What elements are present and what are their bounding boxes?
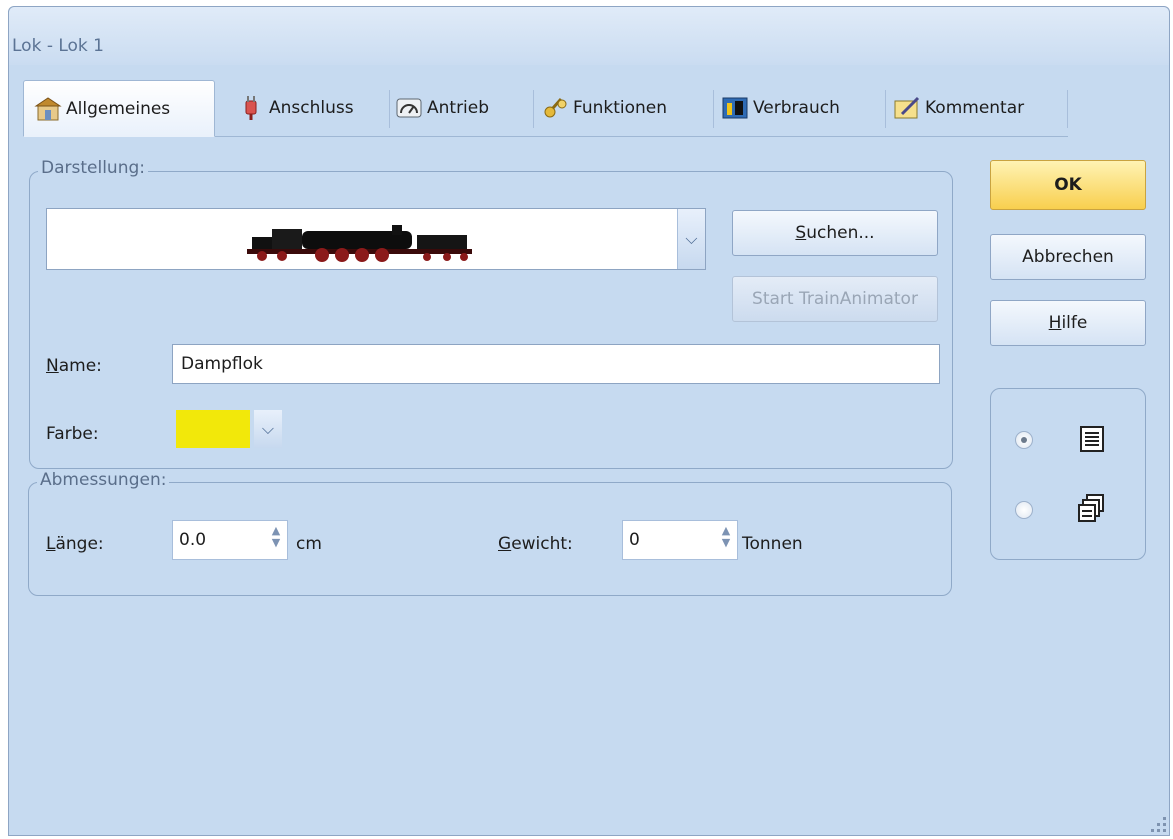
weight-unit: Tonnen [742,534,803,554]
locomotive-image-combo[interactable]: ⌵ [46,208,706,270]
search-button-label: uchen... [806,223,875,243]
cancel-button[interactable]: Abbrechen [990,234,1146,280]
length-unit: cm [296,534,322,554]
general-icon [34,96,62,122]
group-label: Darstellung: [38,158,148,178]
name-label: Name: [46,356,102,376]
abmessungen-group: Abmessungen: [28,470,952,596]
tab-label: Funktionen [573,98,668,118]
locomotive-image [242,219,482,267]
tab-antrieb[interactable]: Antrieb [395,80,531,136]
chevron-down-icon[interactable]: ⌵ [254,410,282,448]
weight-label: Gewicht: [498,534,573,554]
length-stepper[interactable]: 0.0 ▲ ▼ [172,520,288,560]
note-icon [893,95,921,121]
weight-value: 0 [629,530,640,550]
name-input[interactable]: Dampflok [172,344,940,384]
tab-separator [533,90,534,128]
tab-label: Allgemeines [66,98,171,119]
tab-separator [389,90,390,128]
chevron-down-icon[interactable]: ⌵ [677,209,705,269]
spin-arrows-icon[interactable]: ▲ ▼ [717,525,735,555]
plug-icon [237,95,265,121]
tab-anschluss[interactable]: Anschluss [237,80,385,136]
search-button[interactable]: Suchen... [732,210,938,256]
tab-label: Antrieb [427,98,490,118]
resize-grip-icon[interactable] [1151,817,1167,833]
start-trainanimator-button[interactable]: Start TrainAnimator [732,276,938,322]
view-mode-group [990,388,1146,560]
start-trainanimator-label: Start TrainAnimator [752,289,918,309]
window-title: Lok - Lok 1 [12,36,104,56]
list-view-icon [1079,425,1105,457]
multi-window-icon [1077,493,1105,527]
tab-bar: Allgemeines Anschluss Antrieb Funktionen… [23,80,1068,137]
tab-allgemeines[interactable]: Allgemeines [23,80,215,137]
title-bar[interactable]: Lok - Lok 1 [9,7,1169,65]
tab-separator [713,90,714,128]
ok-button[interactable]: OK [990,160,1146,210]
view-mode-radio-list[interactable] [1015,431,1033,449]
color-label: Farbe: [46,424,99,444]
view-mode-radio-multi[interactable] [1015,501,1033,519]
length-label: Länge: [46,534,104,554]
weight-stepper[interactable]: 0 ▲ ▼ [622,520,738,560]
color-swatch [176,410,250,448]
tab-separator [885,90,886,128]
tab-verbrauch[interactable]: Verbrauch [721,80,881,136]
color-picker[interactable]: ⌵ [176,410,288,448]
search-button-mnemonic: S [795,223,807,243]
consumption-icon [721,95,749,121]
tab-funktionen[interactable]: Funktionen [541,80,711,136]
tab-kommentar[interactable]: Kommentar [893,80,1053,136]
group-label: Abmessungen: [37,470,170,490]
tab-label: Verbrauch [753,98,840,118]
help-button-label: ilfe [1061,313,1088,333]
tab-label: Kommentar [925,98,1025,118]
gauge-icon [395,95,423,121]
tab-label: Anschluss [269,98,354,118]
keys-icon [541,95,569,121]
length-value: 0.0 [179,530,207,550]
tab-separator [1067,90,1068,128]
help-button[interactable]: Hilfe [990,300,1146,346]
spin-arrows-icon[interactable]: ▲ ▼ [267,525,285,555]
help-button-mnemonic: H [1048,313,1062,333]
